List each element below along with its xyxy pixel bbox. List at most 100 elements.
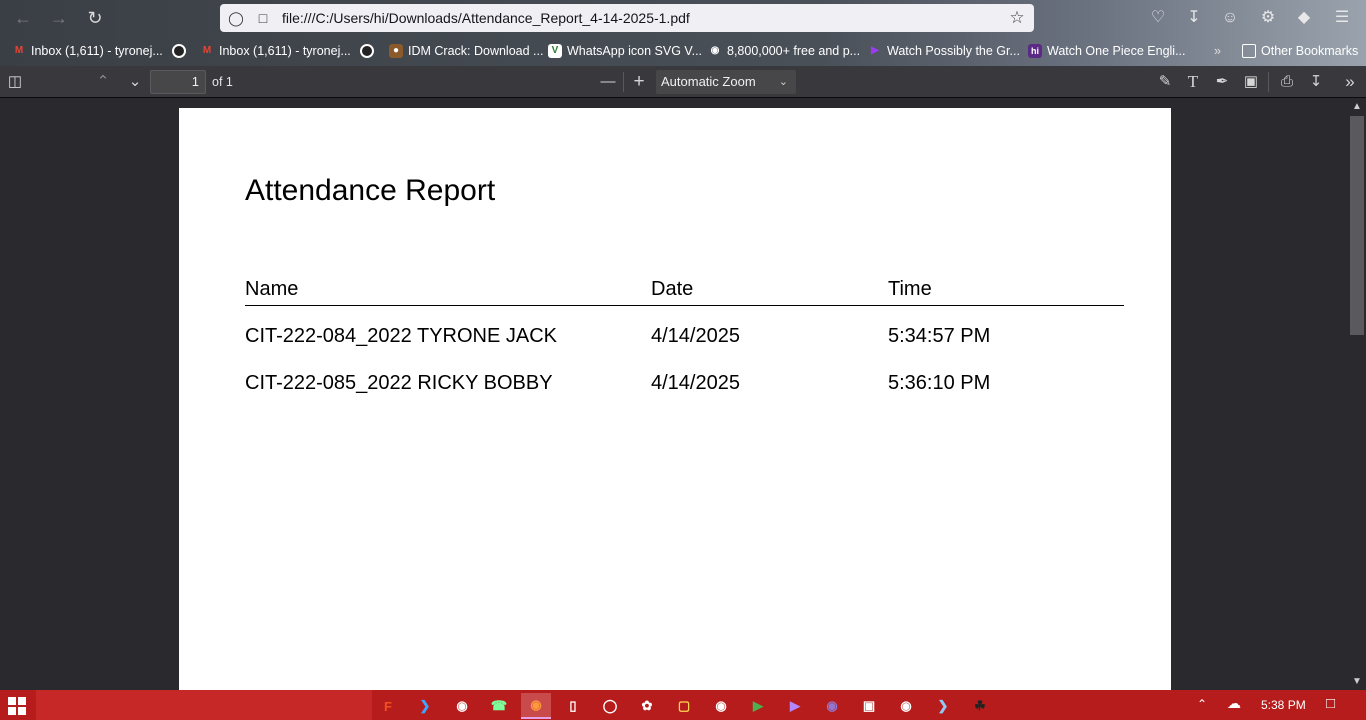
- scroll-thumb[interactable]: [1350, 116, 1364, 335]
- bookmark-svgrepo[interactable]: V WhatsApp icon SVG V...: [548, 42, 702, 60]
- chatgpt-icon[interactable]: ✿: [632, 693, 662, 719]
- column-header-time: Time: [888, 278, 932, 300]
- chevron-right-icon: »: [1214, 44, 1221, 58]
- whatsapp-icon[interactable]: ☎: [484, 693, 514, 719]
- gmail-icon: M: [202, 45, 212, 56]
- hi-icon: hi: [1028, 44, 1042, 58]
- figma-icon[interactable]: F: [373, 693, 403, 719]
- chrome-icon[interactable]: ◉: [706, 693, 736, 719]
- page-count-label: of 1: [212, 75, 233, 89]
- pdf-viewer[interactable]: Attendance Report Name Date Time CIT-222…: [0, 99, 1366, 690]
- onedrive-icon[interactable]: ☁: [1227, 695, 1241, 712]
- toolbar-separator: [1268, 72, 1269, 92]
- page-number-input[interactable]: 1: [150, 70, 206, 94]
- address-bar[interactable]: ◯ □ file:///C:/Users/hi/Downloads/Attend…: [220, 4, 1034, 32]
- bookmark-watch-2[interactable]: hi Watch One Piece Engli...: [1028, 42, 1186, 60]
- bookmark-label: Inbox (1,611) - tyronej...: [31, 44, 163, 58]
- idm-icon: ●: [389, 44, 403, 58]
- row-2-date: 4/14/2025: [651, 372, 740, 394]
- download-icon[interactable]: ↧: [1182, 6, 1206, 30]
- notifications-icon[interactable]: □: [1326, 695, 1335, 712]
- game-icon[interactable]: ☘: [965, 693, 995, 719]
- pocket-icon[interactable]: ♡: [1146, 6, 1170, 30]
- next-page-button[interactable]: ⌄: [123, 70, 147, 94]
- bookmark-gmail-1[interactable]: M Inbox (1,611) - tyronej...: [12, 42, 163, 60]
- print-icon[interactable]: ⎙: [1275, 70, 1299, 94]
- forward-button[interactable]: →: [46, 6, 72, 30]
- bookmark-obs-2[interactable]: [360, 42, 374, 60]
- shield-icon[interactable]: ◯: [227, 9, 245, 27]
- zoom-in-button[interactable]: +: [627, 70, 651, 94]
- row-2-time: 5:36:10 PM: [888, 372, 991, 394]
- bookmark-watch-1[interactable]: ▶ Watch Possibly the Gr...: [868, 42, 1020, 60]
- obs-icon: [360, 44, 374, 58]
- reload-button[interactable]: ↻: [82, 6, 108, 30]
- image-icon[interactable]: ▣: [1239, 70, 1263, 94]
- folder-icon: [1242, 44, 1256, 58]
- row-1-date: 4/14/2025: [651, 325, 740, 347]
- vscode-icon[interactable]: ❯: [410, 693, 440, 719]
- extensions-icon[interactable]: ⚙: [1256, 6, 1280, 30]
- previous-page-button[interactable]: ⌃: [91, 70, 115, 94]
- bookmark-free-images[interactable]: ◉ 8,800,000+ free and p...: [708, 42, 860, 60]
- bookmark-label: Other Bookmarks: [1261, 44, 1359, 58]
- back-button[interactable]: ←: [10, 6, 36, 30]
- row-1-time: 5:34:57 PM: [888, 325, 991, 347]
- column-header-name: Name: [245, 278, 299, 300]
- mask-icon[interactable]: ◆: [1292, 6, 1316, 30]
- terminal-icon[interactable]: ❯: [928, 693, 958, 719]
- zoom-out-button[interactable]: —: [596, 70, 620, 94]
- chrome-icon[interactable]: ◉: [891, 693, 921, 719]
- scroll-down-icon[interactable]: ▼: [1348, 674, 1366, 690]
- obs-icon: [172, 44, 186, 58]
- draw-icon[interactable]: ✒: [1210, 70, 1234, 94]
- report-title: Attendance Report: [245, 174, 496, 207]
- bookmark-other[interactable]: Other Bookmarks: [1242, 42, 1358, 60]
- save-icon[interactable]: ↧: [1304, 70, 1328, 94]
- toolbar-separator: [623, 72, 624, 92]
- chevron-down-icon: ⌄: [778, 76, 788, 88]
- taskbar-clock[interactable]: 5:38 PM: [1261, 698, 1306, 712]
- page-icon[interactable]: □: [254, 9, 272, 27]
- vm-icon[interactable]: ▣: [854, 693, 884, 719]
- windows-start-icon[interactable]: [8, 697, 26, 715]
- zoom-select[interactable]: Automatic Zoom ⌄: [656, 70, 796, 94]
- tray-overflow-icon[interactable]: ⌃: [1197, 697, 1207, 711]
- pdf-page: Attendance Report Name Date Time CIT-222…: [179, 108, 1171, 690]
- star-icon[interactable]: ☆: [1008, 9, 1026, 27]
- gmail-icon: M: [14, 45, 24, 56]
- bookmarks-overflow[interactable]: »: [1214, 42, 1221, 60]
- bookmark-gmail-2[interactable]: M Inbox (1,611) - tyronej...: [200, 42, 351, 60]
- row-2-name: CIT-222-085_2022 RICKY BOBBY: [245, 372, 553, 394]
- tor-icon[interactable]: ◉: [817, 693, 847, 719]
- video-player-icon[interactable]: ▶: [780, 693, 810, 719]
- firefox-icon[interactable]: ◉: [521, 693, 551, 719]
- vertical-scrollbar[interactable]: ▲ ▼: [1348, 99, 1366, 690]
- sidebar-toggle-icon[interactable]: ◫: [3, 70, 27, 94]
- account-icon[interactable]: ☺: [1218, 6, 1242, 30]
- bookmark-label: WhatsApp icon SVG V...: [567, 44, 703, 58]
- browser-toolbar: ← → ↻ ◯ □ file:///C:/Users/hi/Downloads/…: [0, 0, 1366, 66]
- obs-icon[interactable]: ◯: [595, 693, 625, 719]
- bookmark-idm[interactable]: ● IDM Crack: Download ...: [389, 42, 543, 60]
- bookmark-obs-1[interactable]: [172, 42, 186, 60]
- tools-menu-icon[interactable]: »: [1338, 70, 1362, 94]
- zoom-value: Automatic Zoom: [661, 74, 756, 89]
- github-icon[interactable]: ◉: [447, 693, 477, 719]
- text-icon[interactable]: T: [1181, 70, 1205, 94]
- header-divider: [245, 305, 1124, 306]
- pdf-toolbar: ◫ ⌃ ⌄ 1 of 1 — + Automatic Zoom ⌄ ✎ T ✒ …: [0, 66, 1366, 98]
- url-text[interactable]: file:///C:/Users/hi/Downloads/Attendance…: [282, 10, 690, 26]
- menu-icon[interactable]: ☰: [1330, 6, 1354, 30]
- bookmark-label: IDM Crack: Download ...: [408, 44, 544, 58]
- bookmark-label: Watch One Piece Engli...: [1047, 44, 1186, 58]
- highlight-icon[interactable]: ✎: [1153, 70, 1177, 94]
- file-explorer-icon[interactable]: ▢: [669, 693, 699, 719]
- taskbar-search-area[interactable]: [36, 690, 372, 720]
- taskbar: F ❯ ◉ ☎ ◉ ▯ ◯ ✿ ▢ ◉ ▶ ▶ ◉ ▣ ◉ ❯ ☘ ⌃ ☁ 5:…: [0, 690, 1366, 720]
- google-play-icon[interactable]: ▶: [743, 693, 773, 719]
- bookmarks-toolbar: M Inbox (1,611) - tyronej... M Inbox (1,…: [0, 38, 1366, 64]
- notepad-icon[interactable]: ▯: [558, 693, 588, 719]
- scroll-up-icon[interactable]: ▲: [1348, 99, 1366, 115]
- bookmark-label: Watch Possibly the Gr...: [887, 44, 1020, 58]
